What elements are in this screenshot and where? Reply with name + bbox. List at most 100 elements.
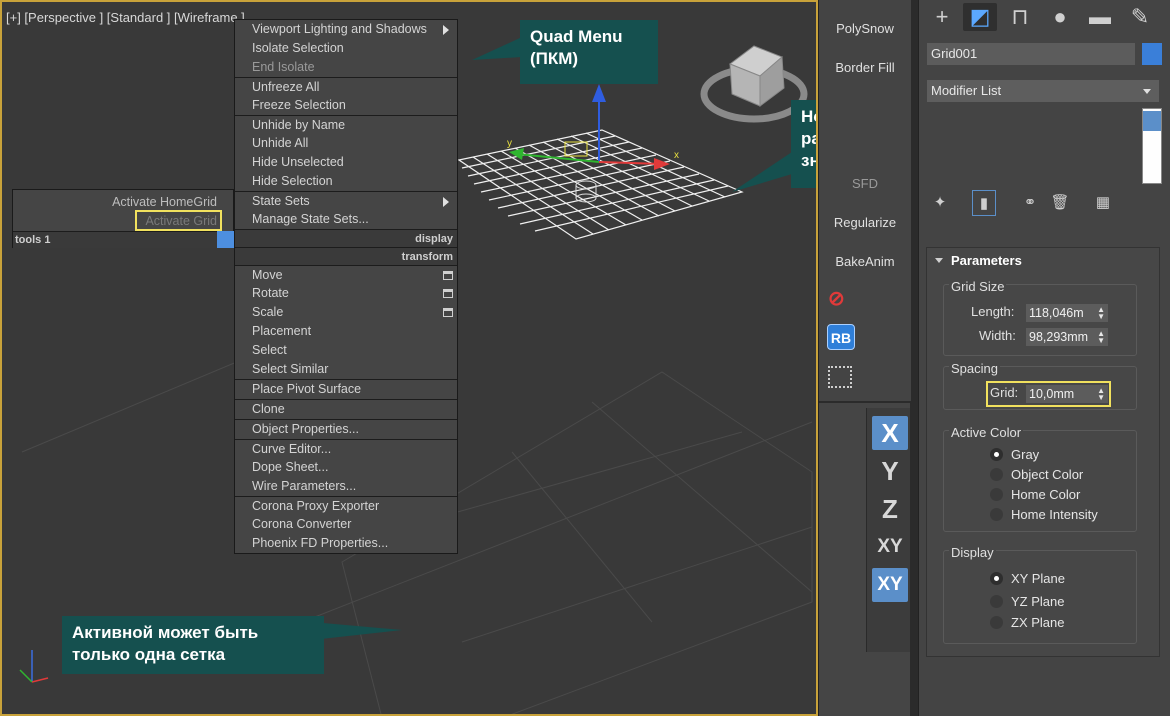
menu-item-scale[interactable]: Scale xyxy=(235,303,457,322)
settings-box-icon[interactable] xyxy=(443,289,453,298)
highlight-box xyxy=(135,210,222,231)
callout-line: Активной может быть xyxy=(72,623,259,642)
menu-item-object-properties[interactable]: Object Properties... xyxy=(235,419,457,439)
menu-item-manage-state-sets[interactable]: Manage State Sets... xyxy=(235,210,457,229)
callout-pointer xyxy=(732,152,792,192)
callout-quad-menu: Quad Menu (ПКМ) xyxy=(520,20,658,84)
radio-home-color[interactable] xyxy=(990,488,1003,501)
polysnow-button[interactable]: PolySnow xyxy=(819,21,911,36)
menu-item-select[interactable]: Select xyxy=(235,341,457,360)
object-color-swatch[interactable] xyxy=(1142,43,1162,65)
radio-gray[interactable] xyxy=(990,448,1003,461)
border-fill-button[interactable]: Border Fill xyxy=(819,60,911,75)
menu-item-hide-selection[interactable]: Hide Selection xyxy=(235,172,457,191)
modifier-list-dropdown[interactable]: Modifier List xyxy=(927,80,1159,102)
rollout-title[interactable]: Parameters xyxy=(951,253,1022,268)
radio-zx-plane[interactable] xyxy=(990,616,1003,629)
callout-pointer xyxy=(472,37,522,60)
quad-transform-section: Move Rotate Scale Placement Select Selec… xyxy=(235,265,457,553)
create-tab-icon[interactable]: + xyxy=(925,3,959,31)
collapse-icon[interactable] xyxy=(935,258,943,263)
menu-item-place-pivot-surface[interactable]: Place Pivot Surface xyxy=(235,379,457,399)
radio-label-home-intensity: Home Intensity xyxy=(1011,507,1098,522)
command-panel-tabs: + ◩ ⊓ ● ▬ ✎ xyxy=(923,0,1167,34)
axis-z-button[interactable]: Z xyxy=(872,492,908,526)
quad-header-tools: tools 1 xyxy=(13,231,233,248)
menu-item-isolate-selection[interactable]: Isolate Selection xyxy=(235,39,457,58)
radio-xy-plane[interactable] xyxy=(990,572,1003,585)
callout-line: разделена на части по xyxy=(801,129,816,148)
menu-item-corona-proxy-exporter[interactable]: Corona Proxy Exporter xyxy=(235,496,457,515)
menu-item-corona-converter[interactable]: Corona Converter xyxy=(235,515,457,534)
perspective-viewport[interactable]: [+] [Perspective ] [Standard ] [Wirefram… xyxy=(0,0,818,716)
width-label: Width: xyxy=(979,328,1016,343)
hierarchy-tab-icon[interactable]: ⊓ xyxy=(1003,3,1037,31)
radio-yz-plane[interactable] xyxy=(990,595,1003,608)
viewcube[interactable] xyxy=(700,45,808,123)
script-icon[interactable]: ⊘ xyxy=(828,286,850,310)
regularize-button[interactable]: Regularize xyxy=(819,215,911,230)
menu-item-viewport-lighting[interactable]: Viewport Lighting and Shadows xyxy=(235,20,457,39)
sfd-button[interactable]: SFD xyxy=(819,176,911,191)
spinner-arrows-icon[interactable]: ▲ ▼ xyxy=(1097,330,1105,345)
settings-box-icon[interactable] xyxy=(443,308,453,317)
menu-item-state-sets[interactable]: State Sets xyxy=(235,191,457,210)
grid-size-group: Grid Size Length: 118,046m ▲ ▼ Width: 98,2… xyxy=(943,279,1137,356)
quad-corner-tools[interactable] xyxy=(217,231,234,248)
menu-item-wire-parameters[interactable]: Wire Parameters... xyxy=(235,477,457,496)
bakeanim-button[interactable]: BakeAnim xyxy=(819,254,911,269)
utilities-tab-icon[interactable]: ✎ xyxy=(1123,3,1157,31)
rb-button[interactable]: RB xyxy=(827,324,855,350)
menu-item-clone[interactable]: Clone xyxy=(235,399,457,419)
quad-header-transform: transform xyxy=(235,247,457,265)
settings-box-icon[interactable] xyxy=(443,271,453,280)
width-spinner[interactable]: 98,293mm ▲ ▼ xyxy=(1026,328,1108,346)
submenu-arrow-icon xyxy=(443,197,449,207)
display-tab-icon[interactable]: ▬ xyxy=(1083,3,1117,31)
axis-y-button[interactable]: Y xyxy=(872,454,908,488)
group-title: Spacing xyxy=(949,361,1000,376)
stack-toolbar: ✦ ▮ ⚭ 🗑 ▦ xyxy=(928,190,1158,216)
modifier-stack[interactable] xyxy=(1142,108,1162,184)
show-end-result-icon[interactable]: ▮ xyxy=(972,190,996,216)
menu-item-placement[interactable]: Placement xyxy=(235,322,457,341)
selection-box-icon[interactable] xyxy=(828,366,852,388)
length-label: Length: xyxy=(971,304,1015,319)
menu-item-unhide-by-name[interactable]: Unhide by Name xyxy=(235,115,457,134)
radio-label-object-color: Object Color xyxy=(1011,467,1084,482)
axis-xy-button[interactable]: XY xyxy=(872,530,908,564)
highlight-box xyxy=(986,381,1111,407)
length-spinner[interactable]: 118,046m ▲ ▼ xyxy=(1026,304,1108,322)
menu-item-phoenix-fd-properties[interactable]: Phoenix FD Properties... xyxy=(235,534,457,553)
object-name-field[interactable]: Grid001 xyxy=(927,43,1135,65)
radio-home-intensity[interactable] xyxy=(990,508,1003,521)
menu-item-select-similar[interactable]: Select Similar xyxy=(235,360,457,379)
menu-item-activate-homegrid[interactable]: Activate HomeGrid xyxy=(112,195,217,209)
spinner-arrows-icon[interactable]: ▲ ▼ xyxy=(1097,306,1105,321)
menu-item-end-isolate[interactable]: End Isolate xyxy=(235,58,457,77)
menu-item-curve-editor[interactable]: Curve Editor... xyxy=(235,439,457,458)
make-unique-icon[interactable]: ⚭ xyxy=(1018,190,1042,216)
menu-item-hide-unselected[interactable]: Hide Unselected xyxy=(235,153,457,172)
quad-menu-tools1: Activate HomeGrid Activate Grid tools 1 xyxy=(12,189,234,248)
menu-item-unhide-all[interactable]: Unhide All xyxy=(235,134,457,153)
radio-object-color[interactable] xyxy=(990,468,1003,481)
menu-item-freeze-selection[interactable]: Freeze Selection xyxy=(235,96,457,115)
new-grid-object[interactable] xyxy=(457,129,744,240)
menu-item-unfreeze-all[interactable]: Unfreeze All xyxy=(235,77,457,96)
submenu-arrow-icon xyxy=(443,25,449,35)
motion-tab-icon[interactable]: ● xyxy=(1043,3,1077,31)
menu-item-rotate[interactable]: Rotate xyxy=(235,284,457,303)
axis-xy-snap-button[interactable]: XY xyxy=(872,568,908,602)
menu-item-move[interactable]: Move xyxy=(235,265,457,284)
menu-item-dope-sheet[interactable]: Dope Sheet... xyxy=(235,458,457,477)
configure-sets-icon[interactable]: ▦ xyxy=(1091,190,1115,216)
svg-text:y: y xyxy=(507,138,512,149)
svg-text:x: x xyxy=(674,150,679,161)
modify-tab-icon[interactable]: ◩ xyxy=(963,3,997,31)
pin-stack-icon[interactable]: ✦ xyxy=(928,190,952,216)
axis-x-button[interactable]: X xyxy=(872,416,908,450)
remove-modifier-icon[interactable]: 🗑 xyxy=(1048,190,1072,216)
stack-selected-item[interactable] xyxy=(1143,111,1161,131)
callout-line: (ПКМ) xyxy=(530,49,579,68)
